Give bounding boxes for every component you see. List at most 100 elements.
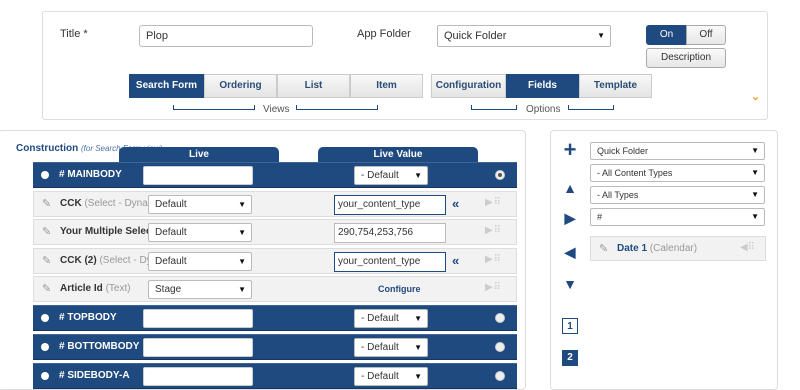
variation-value: - Default — [361, 313, 399, 324]
position-filter-value: # — [597, 212, 603, 222]
live-select[interactable]: Default ▼ — [148, 195, 252, 214]
double-chevron-left-icon[interactable]: « — [452, 253, 459, 268]
type-filter-value: - All Types — [597, 190, 639, 200]
variation-value: - Default — [361, 342, 399, 353]
position-row-topbody[interactable]: # TOPBODY - Default ▼ — [33, 305, 517, 331]
bullet-icon — [41, 314, 49, 322]
tab-ordering[interactable]: Ordering — [204, 74, 277, 98]
live-input[interactable] — [143, 367, 253, 386]
chevron-down-icon: ▼ — [238, 200, 246, 209]
position-row-mainbody[interactable]: # MAINBODY - Default ▼ — [33, 162, 517, 188]
position-name: # SIDEBODY-A — [59, 370, 130, 381]
live-select[interactable]: Default ▼ — [148, 223, 252, 242]
bullet-icon — [41, 343, 49, 351]
drag-handle-icon[interactable]: ▶⠿ — [485, 254, 502, 265]
chevron-down-icon: ▼ — [751, 168, 759, 177]
folder-filter-value: Quick Folder — [597, 146, 649, 156]
app-folder-label: App Folder — [357, 28, 411, 40]
available-field-date-1[interactable]: ✎ Date 1 (Calendar) ◀⠿ — [590, 236, 766, 261]
drag-handle-icon[interactable]: ◀⠿ — [740, 242, 755, 253]
live-value-input[interactable]: your_content_type — [334, 252, 446, 272]
field-row-article-id[interactable]: ✎ Article Id (Text) Stage ▼ Configure ▶⠿ — [33, 276, 517, 302]
field-label: CCK (2) — [60, 255, 97, 266]
tab-configuration[interactable]: Configuration — [431, 74, 506, 98]
chevron-down-icon: ▼ — [238, 257, 246, 266]
tab-item[interactable]: Item — [350, 74, 423, 98]
title-input[interactable]: Plop — [139, 25, 313, 47]
double-chevron-left-icon[interactable]: « — [452, 196, 459, 211]
construction-title-text: Construction — [16, 143, 79, 154]
live-input[interactable] — [143, 309, 253, 328]
position-name: # MAINBODY — [59, 169, 122, 180]
position-filter-select[interactable]: # ▼ — [590, 208, 765, 226]
type-filter-select[interactable]: - All Types ▼ — [590, 186, 765, 204]
live-value-column-header: Live Value — [318, 147, 478, 163]
chevron-right-icon[interactable]: ▶ — [562, 210, 578, 227]
live-select[interactable]: Default ▼ — [148, 252, 252, 271]
options-group-label: Options — [526, 104, 561, 115]
chevron-down-icon: ▼ — [414, 171, 422, 180]
position-name: # TOPBODY — [59, 312, 117, 323]
live-value: Default — [155, 199, 187, 210]
tab-list[interactable]: List — [277, 74, 350, 98]
live-value: Stage — [155, 284, 182, 295]
app-folder-value: Quick Folder — [444, 30, 507, 42]
drag-handle-icon[interactable]: ▶⠿ — [485, 282, 502, 293]
field-row-cck[interactable]: ✎ CCK (Select - Dynamic) Default ▼ your_c… — [33, 191, 517, 217]
available-field-label: Date 1 — [617, 243, 648, 254]
chevron-down-icon: ▼ — [751, 212, 759, 221]
field-name: CCK (Select - Dynamic) — [60, 192, 150, 216]
field-row-cck-2[interactable]: ✎ CCK (2) (Select - Dynamic) Default ▼ yo… — [33, 248, 517, 274]
configure-link[interactable]: Configure — [378, 277, 421, 301]
chevron-left-icon[interactable]: ◀ — [562, 244, 578, 261]
position-row-sidebody-a[interactable]: # SIDEBODY-A - Default ▼ — [33, 363, 517, 389]
variation-select[interactable]: - Default ▼ — [354, 166, 428, 185]
bullet-icon — [41, 372, 49, 380]
pencil-icon[interactable]: ✎ — [42, 197, 51, 210]
variation-select[interactable]: - Default ▼ — [354, 309, 428, 328]
variation-select[interactable]: - Default ▼ — [354, 367, 428, 386]
pencil-icon[interactable]: ✎ — [42, 282, 51, 295]
options-underline-left — [471, 105, 517, 110]
chevron-down-icon: ▼ — [414, 343, 422, 352]
field-name: CCK (2) (Select - Dynamic) — [60, 249, 150, 273]
pencil-icon[interactable]: ✎ — [42, 254, 51, 267]
live-select[interactable]: Stage ▼ — [148, 280, 252, 299]
live-value: Default — [155, 227, 187, 238]
position-radio[interactable] — [495, 342, 505, 352]
tab-fields[interactable]: Fields — [506, 74, 579, 98]
toggle-off-button[interactable]: Off — [686, 25, 726, 45]
position-2-button[interactable]: 2 — [562, 350, 578, 366]
pencil-icon[interactable]: ✎ — [42, 225, 51, 238]
chevron-up-icon[interactable]: ▲ — [562, 180, 578, 196]
variation-select[interactable]: - Default ▼ — [354, 338, 428, 357]
position-radio[interactable] — [495, 313, 505, 323]
live-input[interactable] — [143, 338, 253, 357]
chevron-down-icon[interactable]: ▼ — [562, 276, 578, 292]
toggle-on-button[interactable]: On — [646, 25, 687, 45]
pencil-icon[interactable]: ✎ — [599, 242, 608, 255]
drag-handle-icon[interactable]: ▶⠿ — [485, 225, 502, 236]
plus-icon[interactable]: + — [562, 139, 578, 161]
position-radio[interactable] — [495, 170, 505, 180]
field-row-multiple-select[interactable]: ✎ Your Multiple Select Default ▼ 290,754,… — [33, 219, 517, 245]
drag-handle-icon[interactable]: ▶⠿ — [485, 197, 502, 208]
folder-filter-select[interactable]: Quick Folder ▼ — [590, 142, 765, 160]
position-radio[interactable] — [495, 371, 505, 381]
live-input[interactable] — [143, 166, 253, 185]
chevron-down-icon: ▼ — [597, 31, 605, 40]
app-folder-select[interactable]: Quick Folder ▼ — [437, 25, 611, 47]
content-type-filter-select[interactable]: - All Content Types ▼ — [590, 164, 765, 182]
tab-template[interactable]: Template — [579, 74, 652, 98]
expand-chevron-icon[interactable]: ⌄ — [751, 90, 760, 103]
chevron-down-icon: ▼ — [751, 190, 759, 199]
description-button[interactable]: Description — [646, 48, 726, 68]
position-1-button[interactable]: 1 — [562, 318, 578, 334]
live-value-input[interactable]: 290,754,253,756 — [334, 223, 446, 243]
field-name: Article Id (Text) — [60, 277, 150, 301]
field-label: Article Id — [60, 283, 103, 294]
live-value-input[interactable]: your_content_type — [334, 195, 446, 215]
tab-search-form[interactable]: Search Form — [129, 74, 204, 98]
position-row-bottombody[interactable]: # BOTTOMBODY - Default ▼ — [33, 334, 517, 360]
field-name: Your Multiple Select — [60, 220, 150, 244]
